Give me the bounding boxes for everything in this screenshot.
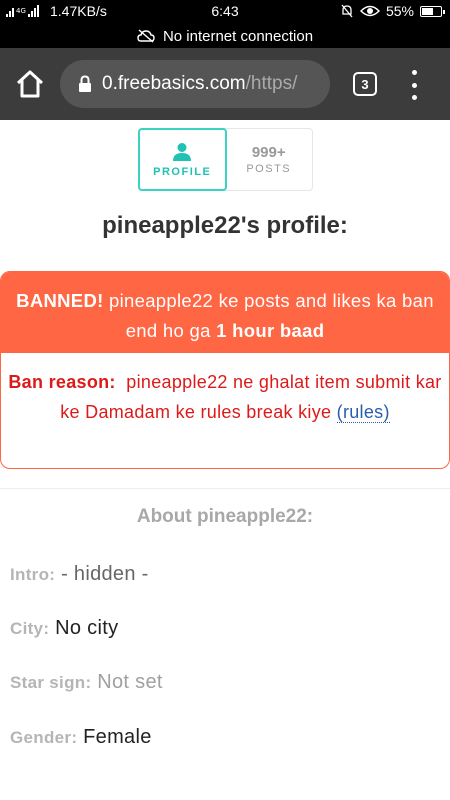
battery-icon [420, 5, 445, 17]
ban-duration: 1 hour baad [216, 320, 325, 341]
intro-label: Intro: [10, 565, 56, 584]
tab-switcher-button[interactable]: 3 [353, 72, 377, 96]
star-sign-row: Star sign: Not set [10, 671, 163, 694]
ban-notice: BANNED! pineapple22 ke posts and likes k… [0, 271, 450, 469]
city-value: No city [55, 617, 119, 639]
intro-row: Intro: - hidden - [10, 563, 149, 586]
intro-value: - hidden - [61, 563, 149, 585]
divider [0, 488, 450, 489]
ban-status: BANNED! [16, 290, 104, 311]
gender-value: Female [83, 726, 152, 748]
rules-link[interactable]: (rules) [336, 402, 390, 423]
ban-reason: Ban reason: pineapple22 ne ghalat item s… [1, 353, 449, 427]
lock-icon [78, 75, 92, 93]
profile-tabs: PROFILE 999+ POSTS [138, 128, 313, 191]
posts-count: 999+ [251, 144, 286, 161]
gender-row: Gender: Female [10, 726, 152, 749]
user-icon [173, 142, 192, 161]
tab-posts[interactable]: 999+ POSTS [226, 129, 313, 190]
no-connection-banner: No internet connection [0, 24, 450, 48]
status-bar: 4G 1.47KB/s 6:43 55% [0, 0, 450, 24]
page-content: PROFILE 999+ POSTS pineapple22's profile… [0, 120, 450, 800]
gender-label: Gender: [10, 728, 78, 747]
ban-header: BANNED! pineapple22 ke posts and likes k… [1, 272, 449, 353]
city-label: City: [10, 619, 50, 638]
home-icon[interactable] [14, 68, 46, 100]
star-sign-label: Star sign: [10, 673, 92, 692]
battery-fill [422, 7, 433, 15]
tab-profile[interactable]: PROFILE [138, 128, 227, 191]
eye-icon [359, 5, 380, 17]
tab-posts-label: POSTS [246, 163, 292, 175]
battery-percent: 55% [385, 3, 414, 19]
star-sign-value: Not set [97, 671, 163, 693]
browser-toolbar: 0.freebasics.com/https/ 3 [0, 48, 450, 120]
mute-bell-icon [341, 4, 353, 18]
ban-reason-label: Ban reason: [8, 372, 116, 392]
status-right: 55% [340, 3, 445, 19]
url-host: 0.freebasics.com [102, 73, 246, 94]
no-connection-text: No internet connection [162, 27, 314, 45]
url-path: /https/ [245, 73, 298, 94]
overflow-menu-icon[interactable] [406, 70, 422, 100]
tab-profile-label: PROFILE [153, 165, 212, 178]
city-row: City: No city [10, 617, 118, 640]
page-title: pineapple22's profile: [102, 212, 348, 239]
cloud-off-icon [137, 29, 155, 43]
address-bar[interactable]: 0.freebasics.com/https/ [60, 60, 330, 108]
about-title: About pineapple22: [136, 506, 314, 527]
